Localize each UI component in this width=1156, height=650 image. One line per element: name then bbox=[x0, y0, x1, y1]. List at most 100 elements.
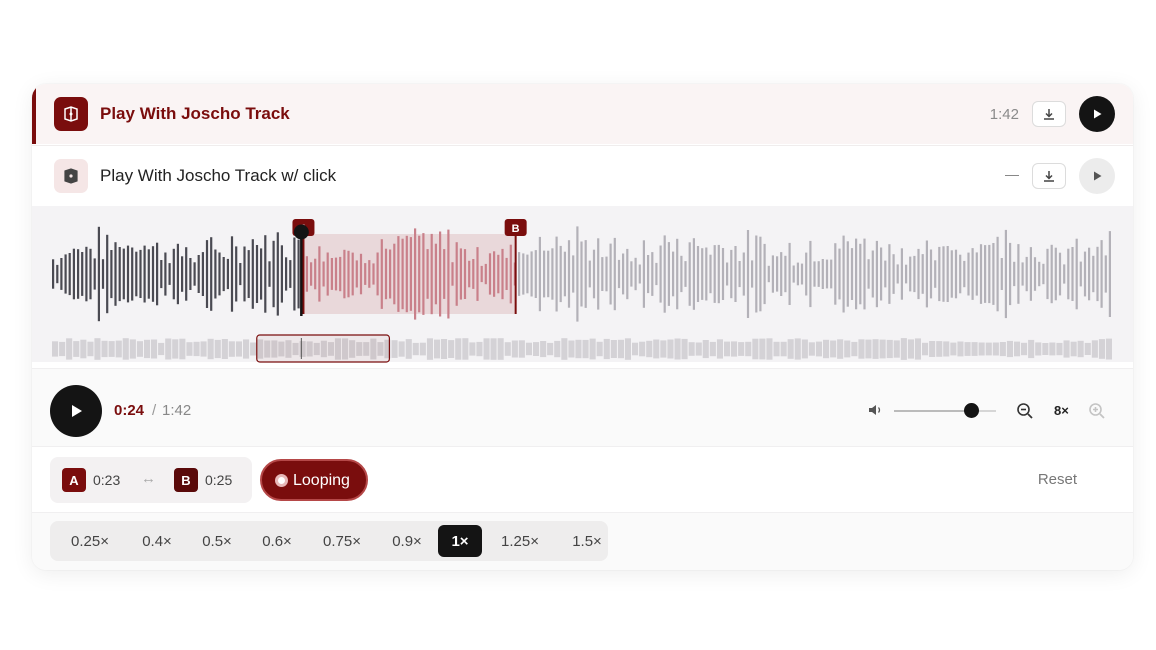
waveform-bar bbox=[493, 251, 496, 297]
overview-bar bbox=[808, 342, 815, 356]
speed-option[interactable]: 0.4× bbox=[128, 525, 186, 557]
overview-bar bbox=[391, 340, 398, 358]
track-title: Play With Joscho Track w/ click bbox=[100, 165, 337, 185]
overview-bar bbox=[1014, 341, 1021, 357]
speed-option[interactable]: 0.9× bbox=[378, 525, 436, 557]
overview-bar bbox=[745, 341, 752, 357]
overview-bar bbox=[695, 342, 702, 356]
overview-bar bbox=[462, 338, 469, 360]
waveform-bar bbox=[580, 241, 583, 307]
speed-option[interactable]: 1.25× bbox=[484, 525, 556, 557]
marker-b-chip[interactable]: B bbox=[174, 468, 198, 492]
overview-bar bbox=[589, 338, 596, 360]
main-play-button[interactable] bbox=[50, 385, 102, 437]
overview-canvas[interactable] bbox=[32, 328, 1133, 368]
overview-bar bbox=[646, 340, 653, 358]
overview-bar bbox=[1049, 342, 1056, 356]
overview-bar bbox=[243, 339, 250, 359]
overview-bar bbox=[476, 341, 483, 357]
looping-toggle[interactable]: Looping bbox=[260, 459, 368, 501]
waveform-bar bbox=[913, 255, 916, 293]
overview-bar bbox=[674, 338, 681, 360]
overview-bar bbox=[914, 338, 921, 360]
zoom-out-icon[interactable] bbox=[1016, 402, 1034, 420]
waveform-bar bbox=[276, 232, 279, 316]
marker-a-chip[interactable]: A bbox=[62, 468, 86, 492]
marker-a-time: 0:23 bbox=[93, 472, 121, 488]
waveform-bar bbox=[85, 246, 88, 302]
download-button[interactable] bbox=[1032, 101, 1066, 127]
overview-bar bbox=[179, 338, 186, 360]
waveform-bar bbox=[505, 257, 508, 290]
waveform-bar bbox=[963, 260, 966, 288]
waveform-bar bbox=[929, 249, 933, 299]
speed-option[interactable]: 0.25× bbox=[54, 525, 126, 557]
waveform-bar bbox=[530, 251, 533, 297]
waveform-bar bbox=[780, 252, 783, 296]
waveform-bar bbox=[414, 228, 417, 320]
waveform-bar bbox=[122, 248, 125, 300]
overview-bar bbox=[200, 341, 207, 357]
waveform-bar bbox=[896, 264, 899, 284]
track-row[interactable]: Play With Joscho Track w/ click — bbox=[32, 145, 1133, 205]
overview-bar bbox=[773, 341, 780, 357]
waveform-bar bbox=[518, 252, 521, 296]
overview-bar bbox=[66, 338, 73, 360]
waveform-bar bbox=[468, 260, 471, 288]
waveform-bar bbox=[967, 252, 970, 296]
volume-icon[interactable] bbox=[868, 403, 884, 417]
waveform-bar bbox=[842, 235, 845, 313]
waveform-bar bbox=[239, 263, 242, 286]
waveform-bar bbox=[726, 262, 729, 286]
overview-bar bbox=[971, 342, 978, 356]
overview-bar bbox=[660, 340, 667, 358]
reset-button[interactable]: Reset bbox=[1038, 471, 1077, 488]
overview-bar bbox=[716, 339, 723, 359]
waveform-bar bbox=[422, 233, 425, 315]
zoom-in-icon[interactable] bbox=[1088, 402, 1106, 420]
waveform-bar bbox=[838, 248, 841, 300]
waveform-bar bbox=[567, 240, 571, 308]
overview-bar bbox=[525, 342, 532, 356]
speed-option[interactable]: 1.5× bbox=[558, 525, 616, 557]
overview-bar bbox=[879, 339, 886, 359]
waveform-bar bbox=[1067, 248, 1070, 300]
waveform-bar bbox=[168, 263, 171, 285]
waveform-bar bbox=[696, 246, 700, 302]
waveform-bar bbox=[97, 226, 100, 322]
overview-waveform[interactable] bbox=[32, 328, 1133, 368]
waveform-bar bbox=[463, 249, 467, 299]
waveform-bar bbox=[501, 248, 504, 300]
overview-bar bbox=[228, 341, 235, 357]
waveform-bar bbox=[322, 261, 325, 287]
play-button[interactable] bbox=[1079, 96, 1115, 132]
volume-thumb[interactable] bbox=[963, 403, 979, 418]
waveform-bar bbox=[526, 254, 529, 294]
speed-option[interactable]: 0.5× bbox=[188, 525, 246, 557]
speed-option[interactable]: 0.6× bbox=[248, 525, 306, 557]
waveform-bar bbox=[971, 248, 974, 300]
overview-bar bbox=[115, 340, 122, 358]
play-icon bbox=[1094, 109, 1102, 119]
waveform-bar bbox=[1033, 257, 1037, 291]
waveform-bar bbox=[688, 242, 691, 306]
waveform-bar bbox=[597, 238, 600, 310]
waveform-bar bbox=[792, 265, 795, 283]
waveform-bar bbox=[280, 245, 283, 303]
play-button[interactable] bbox=[1079, 157, 1115, 194]
waveform-bar bbox=[863, 238, 866, 310]
waveform-bar bbox=[131, 247, 134, 301]
speed-option[interactable]: 1× bbox=[438, 525, 482, 557]
overview-bar bbox=[448, 340, 455, 358]
overview-bar bbox=[165, 338, 172, 360]
loop-indicator-icon bbox=[275, 474, 288, 487]
waveform-bar bbox=[210, 237, 213, 311]
waveform-bar bbox=[767, 265, 770, 283]
waveform-bar bbox=[1063, 264, 1066, 284]
waveform-bar bbox=[1071, 247, 1074, 301]
download-button[interactable] bbox=[1032, 162, 1066, 189]
track-row-active[interactable]: Play With Joscho Track 1:42 bbox=[32, 84, 1133, 144]
volume-slider[interactable] bbox=[894, 403, 996, 418]
waveform-canvas[interactable]: AB bbox=[32, 206, 1133, 328]
speed-option[interactable]: 0.75× bbox=[308, 525, 376, 557]
